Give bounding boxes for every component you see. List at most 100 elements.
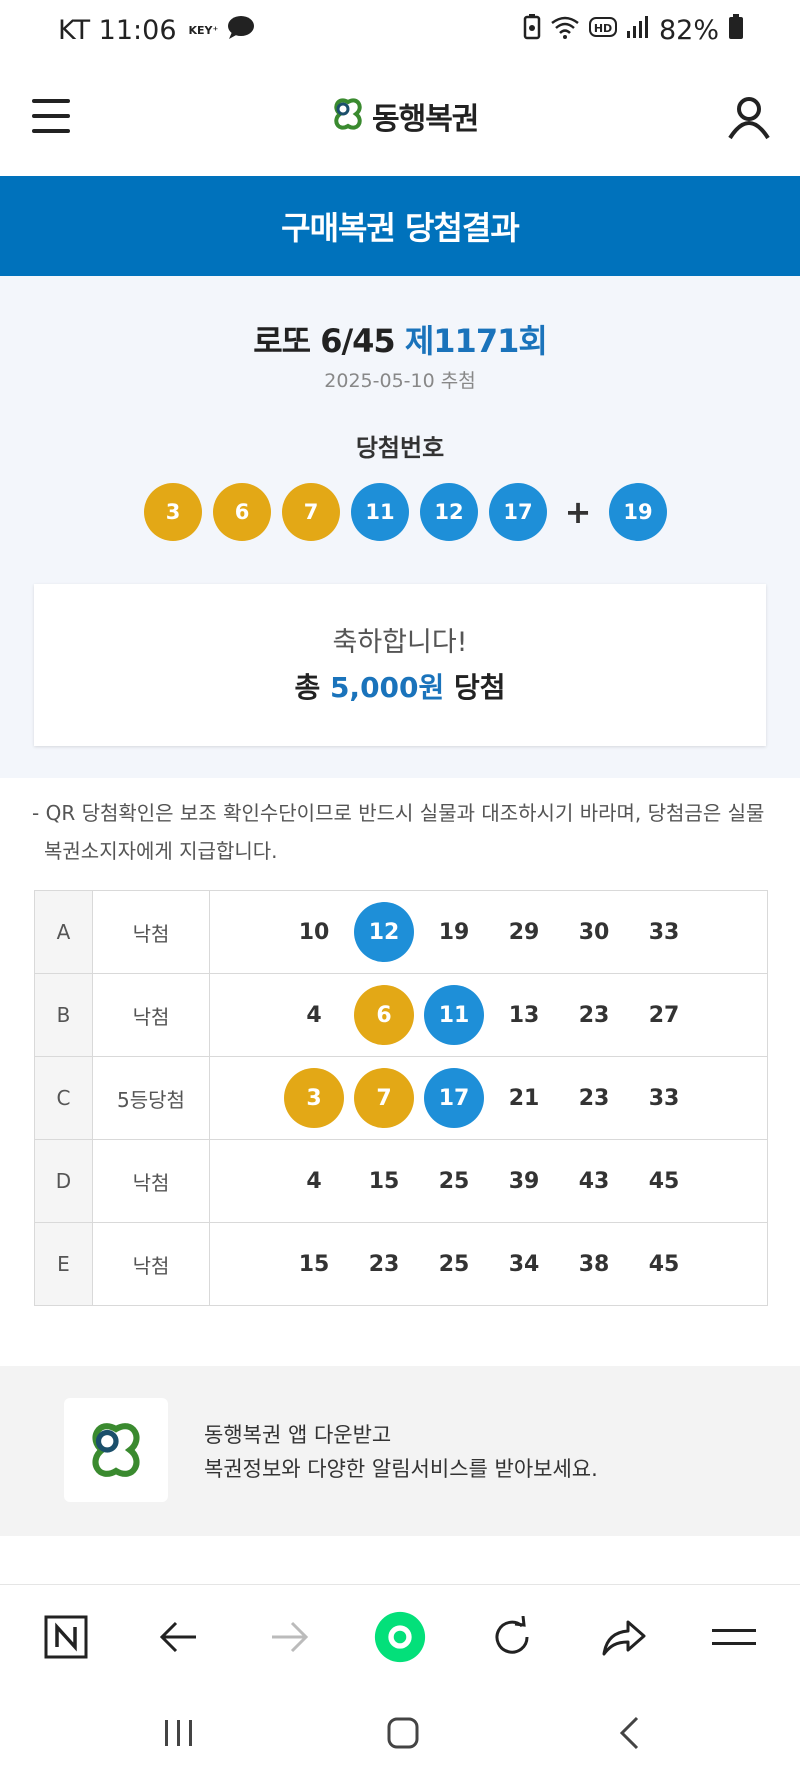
table-row: C 5등당첨 3 7 17 21 23 33 <box>34 1056 768 1140</box>
notice-line-2: 복권소지자에게 지급합니다. <box>44 839 278 863</box>
total-prefix: 총 <box>294 671 321 704</box>
ticket-result: 낙첨 <box>92 1139 210 1223</box>
back-arrow-icon[interactable] <box>152 1611 204 1663</box>
ticket-letter: A <box>34 890 93 974</box>
status-bar: KT 11:06 KEY⁺ HD 82% <box>0 0 800 66</box>
winning-ball: 12 <box>420 483 478 541</box>
logo[interactable]: 동행복권 <box>328 94 479 138</box>
ticket-number: 33 <box>648 919 680 945</box>
winning-numbers-label: 당첨번호 <box>355 434 445 462</box>
ticket-number: 15 <box>298 1251 330 1277</box>
matched-number: 6 <box>354 985 414 1045</box>
winning-numbers: 3 6 7 11 12 17 + 19 <box>144 482 678 542</box>
wifi-icon <box>550 15 580 46</box>
notice-line-1: - QR 당첨확인은 보조 확인수단이므로 반드시 실물과 대조하시기 바라며,… <box>32 801 765 825</box>
app-promo-banner[interactable]: 동행복권 앱 다운받고 복권정보와 다양한 알림서비스를 받아보세요. <box>0 1366 800 1536</box>
ticket-number: 33 <box>648 1085 680 1111</box>
ticket-number: 15 <box>368 1168 400 1194</box>
winning-ball: 7 <box>282 483 340 541</box>
game-name: 로또 6/45 <box>253 322 396 360</box>
recent-apps-icon[interactable] <box>156 1710 202 1756</box>
prize-amount: 5,000원 <box>329 671 445 704</box>
status-left: KT 11:06 KEY⁺ <box>58 14 256 47</box>
matched-number: 3 <box>284 1068 344 1128</box>
battery-icon <box>728 14 744 47</box>
signal-icon <box>626 15 650 46</box>
ticket-result: 낙첨 <box>92 1222 210 1306</box>
page-banner: 구매복권 당첨결과 <box>0 176 800 276</box>
ticket-number: 25 <box>438 1251 470 1277</box>
ticket-number: 30 <box>578 919 610 945</box>
ticket-number: 43 <box>578 1168 610 1194</box>
browser-toolbar <box>0 1584 800 1688</box>
app-header: 동행복권 <box>0 66 800 176</box>
bonus-ball: 19 <box>609 483 667 541</box>
ticket-number: 25 <box>438 1168 470 1194</box>
winning-ball: 11 <box>351 483 409 541</box>
green-dot-icon[interactable] <box>374 1611 426 1663</box>
carrier-time: KT 11:06 <box>58 15 177 46</box>
ticket-number: 21 <box>508 1085 540 1111</box>
back-icon[interactable] <box>606 1710 652 1756</box>
ticket-letter: B <box>34 973 93 1057</box>
qr-notice: - QR 당첨확인은 보조 확인수단이므로 반드시 실물과 대조하시기 바라며,… <box>32 794 772 870</box>
table-row: E 낙첨 15 23 25 34 38 45 <box>34 1222 768 1306</box>
logo-text: 동행복권 <box>372 102 479 137</box>
ticket-number: 29 <box>508 919 540 945</box>
home-icon[interactable] <box>380 1710 426 1756</box>
total-suffix: 당첨 <box>454 671 506 704</box>
table-row: B 낙첨 4 6 11 13 23 27 <box>34 973 768 1057</box>
ticket-number: 4 <box>306 1002 322 1028</box>
page-title: 구매복권 당첨결과 <box>281 209 520 247</box>
battery-percent: 82% <box>658 15 719 46</box>
plus-sign: + <box>564 493 592 531</box>
ticket-number: 45 <box>648 1251 680 1277</box>
ticket-numbers: 3 7 17 21 23 33 <box>284 1068 767 1128</box>
app-logo-icon <box>64 1398 168 1502</box>
ticket-letter: D <box>34 1139 93 1223</box>
status-right: HD 82% <box>523 14 744 47</box>
refresh-icon[interactable] <box>486 1611 538 1663</box>
forward-arrow-icon[interactable] <box>264 1611 316 1663</box>
ticket-letter: C <box>34 1056 93 1140</box>
share-icon[interactable] <box>598 1611 650 1663</box>
user-icon[interactable] <box>726 94 772 140</box>
naver-home-icon[interactable] <box>40 1611 92 1663</box>
ticket-number: 39 <box>508 1168 540 1194</box>
ticket-number: 23 <box>578 1085 610 1111</box>
winning-ball: 3 <box>144 483 202 541</box>
ticket-result: 낙첨 <box>92 973 210 1057</box>
table-row: D 낙첨 4 15 25 39 43 45 <box>34 1139 768 1223</box>
ticket-numbers: 10 12 19 29 30 33 <box>284 902 767 962</box>
ticket-number: 23 <box>368 1251 400 1277</box>
chat-bubble-icon <box>226 14 256 47</box>
winning-ball: 6 <box>213 483 271 541</box>
ticket-numbers: 15 23 25 34 38 45 <box>284 1234 767 1294</box>
ticket-numbers: 4 15 25 39 43 45 <box>284 1151 767 1211</box>
menu-icon[interactable] <box>32 99 72 135</box>
draw-round: 제1171회 <box>404 322 548 360</box>
promo-text: 동행복권 앱 다운받고 복권정보와 다양한 알림서비스를 받아보세요. <box>204 1418 598 1486</box>
matched-number: 11 <box>424 985 484 1045</box>
ticket-number: 23 <box>578 1002 610 1028</box>
ticket-result: 5등당첨 <box>92 1056 210 1140</box>
logo-mark-icon <box>328 94 368 138</box>
ticket-number: 10 <box>298 919 330 945</box>
key-label: KEY⁺ <box>188 24 219 37</box>
matched-number: 12 <box>354 902 414 962</box>
hd-text: HD <box>594 22 612 35</box>
browser-menu-icon[interactable] <box>708 1611 760 1663</box>
ticket-number: 27 <box>648 1002 680 1028</box>
ticket-number: 13 <box>508 1002 540 1028</box>
ticket-table: A 낙첨 10 12 19 29 30 33 B 낙첨 4 6 11 13 23… <box>34 890 768 1306</box>
congrats-message: 축하합니다! <box>332 627 468 658</box>
ticket-number: 45 <box>648 1168 680 1194</box>
ticket-numbers: 4 6 11 13 23 27 <box>284 985 767 1045</box>
system-nav-bar <box>0 1688 800 1778</box>
promo-line-2: 복권정보와 다양한 알림서비스를 받아보세요. <box>204 1457 598 1481</box>
ticket-number: 34 <box>508 1251 540 1277</box>
hd-icon: HD <box>588 15 617 46</box>
table-row: A 낙첨 10 12 19 29 30 33 <box>34 890 768 974</box>
ticket-result: 낙첨 <box>92 890 210 974</box>
total-prize: 총 5,000원 당첨 <box>34 666 766 706</box>
